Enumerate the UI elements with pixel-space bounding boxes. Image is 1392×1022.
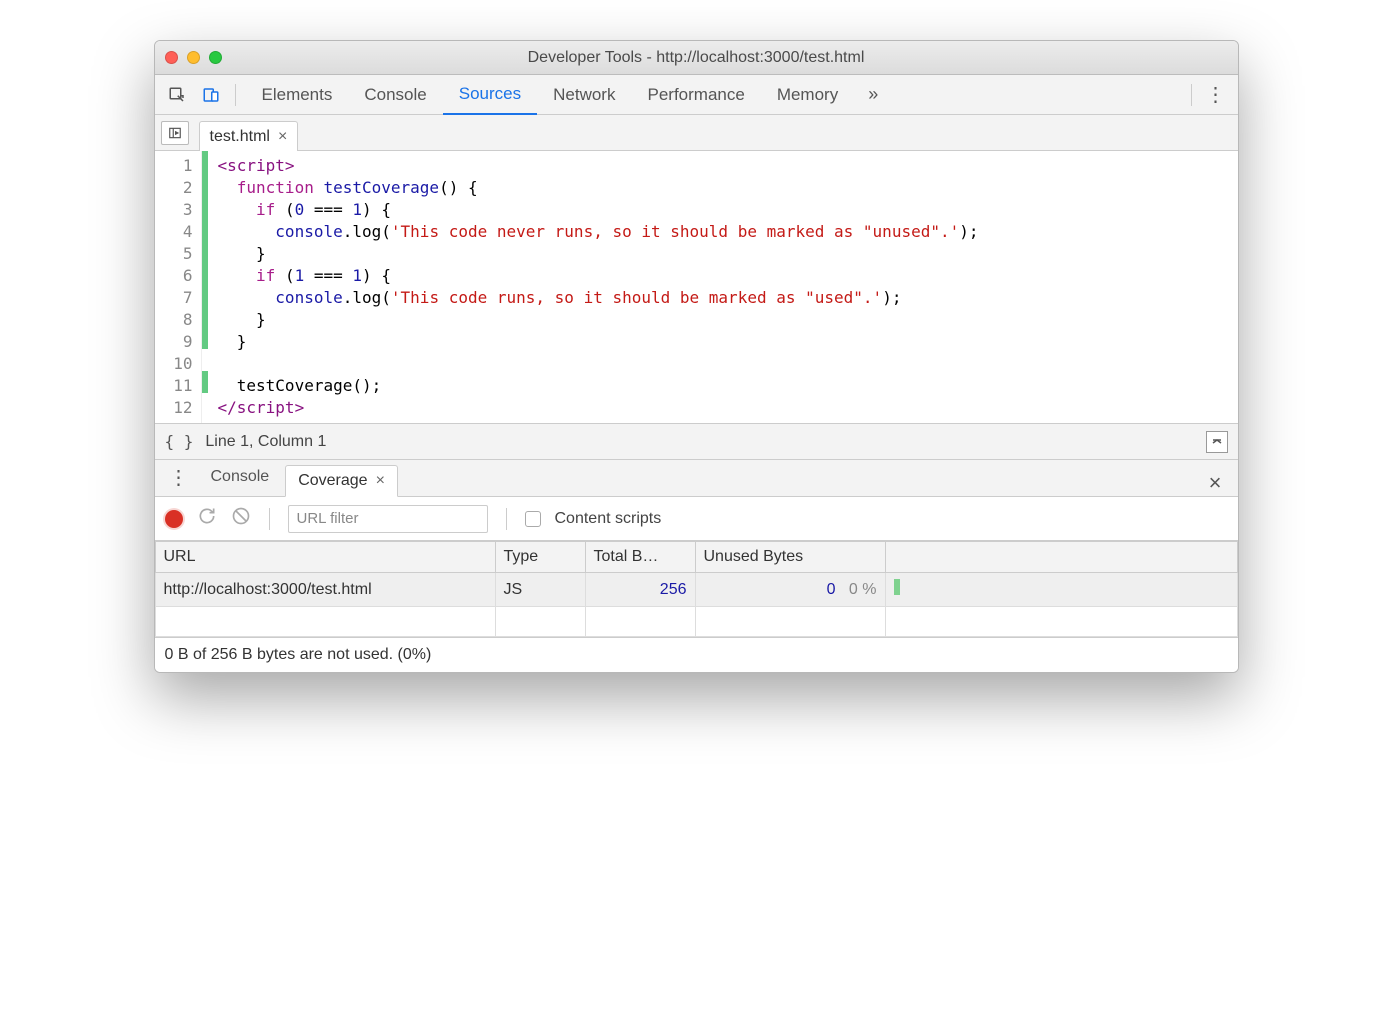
col-total[interactable]: Total B… xyxy=(585,542,695,573)
url-filter-input[interactable] xyxy=(288,505,488,533)
col-unused[interactable]: Unused Bytes xyxy=(695,542,885,573)
line-gutter: 123456789101112 xyxy=(155,151,202,423)
line-number: 4 xyxy=(155,221,201,243)
separator xyxy=(1191,84,1192,106)
col-type[interactable]: Type xyxy=(495,542,585,573)
line-number: 2 xyxy=(155,177,201,199)
cell-url: http://localhost:3000/test.html xyxy=(155,573,495,607)
cursor-position: Line 1, Column 1 xyxy=(205,433,326,451)
tab-elements[interactable]: Elements xyxy=(246,75,349,115)
table-row xyxy=(155,607,1237,637)
separator xyxy=(506,508,507,530)
source-editor[interactable]: 123456789101112 <script> function testCo… xyxy=(155,151,1238,423)
code-line[interactable]: } xyxy=(218,331,1228,353)
code-line[interactable]: </script> xyxy=(218,397,1228,419)
col-bar[interactable] xyxy=(885,542,1237,573)
titlebar: Developer Tools - http://localhost:3000/… xyxy=(155,41,1238,75)
cell-usage-bar xyxy=(885,573,1237,607)
reload-icon[interactable] xyxy=(197,506,217,531)
line-number: 8 xyxy=(155,309,201,331)
line-number: 7 xyxy=(155,287,201,309)
table-row[interactable]: http://localhost:3000/test.html JS 256 0… xyxy=(155,573,1237,607)
drawer-tab-label: Coverage xyxy=(298,472,367,490)
line-number: 1 xyxy=(155,155,201,177)
toggle-navigator-button[interactable] xyxy=(161,121,189,145)
code-line[interactable]: <script> xyxy=(218,155,1228,177)
code-line[interactable]: testCoverage(); xyxy=(218,375,1228,397)
line-number: 12 xyxy=(155,397,201,419)
cell-unused: 0 0 % xyxy=(695,573,885,607)
line-number: 5 xyxy=(155,243,201,265)
file-tab-test-html[interactable]: test.html × xyxy=(199,121,299,151)
editor-statusbar: { } Line 1, Column 1 xyxy=(155,423,1238,459)
close-tab-icon[interactable]: × xyxy=(278,128,287,146)
tab-memory[interactable]: Memory xyxy=(761,75,854,115)
code-line[interactable] xyxy=(218,353,1228,375)
tab-sources[interactable]: Sources xyxy=(443,75,537,115)
coverage-summary: 0 B of 256 B bytes are not used. (0%) xyxy=(155,637,1238,672)
col-url[interactable]: URL xyxy=(155,542,495,573)
drawer-tab-console[interactable]: Console xyxy=(199,458,282,496)
tab-network[interactable]: Network xyxy=(537,75,631,115)
window-title: Developer Tools - http://localhost:3000/… xyxy=(155,49,1238,67)
main-toolbar: ElementsConsoleSourcesNetworkPerformance… xyxy=(155,75,1238,115)
line-number: 10 xyxy=(155,353,201,375)
content-scripts-label: Content scripts xyxy=(555,510,662,528)
coverage-table: URL Type Total B… Unused Bytes http://lo… xyxy=(155,541,1238,637)
close-drawer-icon[interactable]: × xyxy=(1201,470,1230,496)
code-line[interactable]: } xyxy=(218,243,1228,265)
inspect-element-icon[interactable] xyxy=(163,81,191,109)
cell-total: 256 xyxy=(585,573,695,607)
line-number: 3 xyxy=(155,199,201,221)
tab-performance[interactable]: Performance xyxy=(631,75,760,115)
close-tab-icon[interactable]: × xyxy=(376,472,385,490)
tab-console[interactable]: Console xyxy=(348,75,442,115)
code-area[interactable]: <script> function testCoverage() { if (0… xyxy=(208,151,1238,423)
devtools-window: Developer Tools - http://localhost:3000/… xyxy=(154,40,1239,673)
drawer-kebab-menu-icon[interactable]: ⋮ xyxy=(163,458,195,496)
separator xyxy=(269,508,270,530)
coverage-toolbar: Content scripts xyxy=(155,497,1238,541)
collapse-drawer-button[interactable] xyxy=(1206,431,1228,453)
drawer-tab-coverage[interactable]: Coverage × xyxy=(285,465,398,497)
code-line[interactable]: function testCoverage() { xyxy=(218,177,1228,199)
code-line[interactable]: if (1 === 1) { xyxy=(218,265,1228,287)
line-number: 6 xyxy=(155,265,201,287)
file-tab-strip: test.html × xyxy=(155,115,1238,151)
file-tab-label: test.html xyxy=(210,128,270,146)
code-line[interactable]: console.log('This code runs, so it shoul… xyxy=(218,287,1228,309)
record-button[interactable] xyxy=(165,510,183,528)
line-number: 11 xyxy=(155,375,201,397)
code-line[interactable]: console.log('This code never runs, so it… xyxy=(218,221,1228,243)
tabs-overflow-button[interactable]: » xyxy=(860,84,886,105)
code-line[interactable]: } xyxy=(218,309,1228,331)
content-scripts-checkbox[interactable] xyxy=(525,511,541,527)
code-line[interactable]: if (0 === 1) { xyxy=(218,199,1228,221)
usage-bar-icon xyxy=(894,579,900,595)
pretty-print-button[interactable]: { } xyxy=(165,432,194,451)
table-header-row: URL Type Total B… Unused Bytes xyxy=(155,542,1237,573)
clear-icon[interactable] xyxy=(231,506,251,531)
line-number: 9 xyxy=(155,331,201,353)
kebab-menu-icon[interactable]: ⋮ xyxy=(1202,81,1230,109)
cell-type: JS xyxy=(495,573,585,607)
separator xyxy=(235,84,236,106)
device-toolbar-icon[interactable] xyxy=(197,81,225,109)
drawer-tab-strip: ⋮ Console Coverage × × xyxy=(155,459,1238,497)
